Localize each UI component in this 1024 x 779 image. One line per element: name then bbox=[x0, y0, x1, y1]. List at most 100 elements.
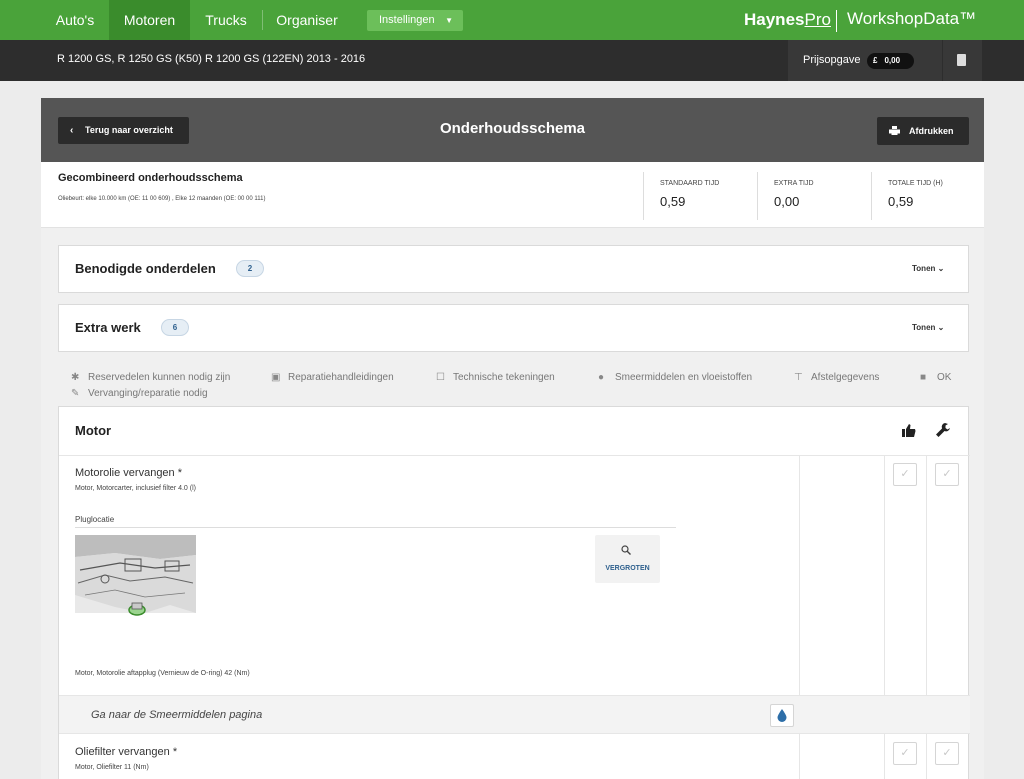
print-button[interactable]: Afdrukken bbox=[877, 117, 969, 145]
legend-item: ☐ Technische tekeningen bbox=[436, 372, 555, 383]
extra-work-accordion[interactable]: Extra werk 6 Tonen ⌄ bbox=[58, 304, 969, 352]
section-title: Motor bbox=[75, 423, 112, 438]
legend-item: ■ OK bbox=[920, 372, 951, 383]
total-time-label: TOTALE TIJD (H) bbox=[888, 180, 943, 187]
chevron-down-icon: ⌄ bbox=[937, 264, 945, 273]
divider bbox=[59, 455, 970, 456]
column-divider bbox=[926, 456, 927, 695]
total-time-value: 0,59 bbox=[888, 194, 914, 209]
top-navigation: Auto's Motoren Trucks Organiser Instelli… bbox=[0, 0, 1024, 40]
legend-item: ✱ Reservedelen kunnen nodig zijn bbox=[71, 372, 230, 383]
brand-pro: Pro bbox=[804, 10, 831, 29]
quote-amount-badge: £0,00 bbox=[867, 53, 914, 69]
legend-label: Reparatiehandleidingen bbox=[288, 372, 394, 383]
lubricants-button[interactable] bbox=[770, 704, 794, 727]
nav-tab-organiser[interactable]: Organiser bbox=[263, 0, 351, 40]
torque-spec: Motor, Motorolie aftapplug (Vernieuw de … bbox=[75, 670, 250, 677]
column-divider bbox=[884, 734, 885, 779]
manual-icon: ▣ bbox=[271, 372, 281, 383]
show-toggle[interactable]: Tonen ⌄ bbox=[912, 323, 944, 332]
ok-checkbox[interactable]: ✓ bbox=[893, 742, 917, 765]
asterisk-icon: ✱ bbox=[71, 372, 80, 383]
summary-title: Gecombineerd onderhoudsschema bbox=[58, 172, 243, 184]
brand-divider bbox=[836, 10, 837, 32]
divider bbox=[75, 527, 676, 528]
column-divider bbox=[799, 734, 800, 779]
wrench-icon bbox=[936, 423, 950, 440]
drop-icon bbox=[777, 709, 787, 722]
quote-amount: 0,00 bbox=[884, 56, 901, 65]
legend-item: ✎ Vervanging/reparatie nodig bbox=[71, 388, 208, 399]
motor-section: Motor Motorolie vervangen * Motor, Motor… bbox=[58, 406, 970, 779]
settings-dropdown[interactable]: Instellingen ▼ bbox=[367, 10, 463, 31]
repair-checkbox[interactable]: ✓ bbox=[935, 742, 959, 765]
plug-location-label: Pluglocatie bbox=[75, 515, 115, 524]
quote-label: Prijsopgave bbox=[803, 54, 861, 66]
nav-tab-motoren[interactable]: Motoren bbox=[109, 0, 190, 40]
lubricants-link[interactable]: Ga naar de Smeermiddelen pagina bbox=[91, 709, 262, 721]
task-title: Oliefilter vervangen * bbox=[75, 746, 178, 758]
task-title: Motorolie vervangen * bbox=[75, 467, 183, 479]
workshopdata-logo: WorkshopData™ bbox=[847, 9, 977, 28]
accordion-title: Extra werk bbox=[75, 320, 141, 335]
enlarge-button[interactable]: VERGROTEN bbox=[595, 535, 660, 583]
legend-label: OK bbox=[937, 372, 952, 383]
check-icon: ✓ bbox=[942, 468, 952, 480]
legend-label: Technische tekeningen bbox=[453, 372, 555, 383]
check-icon: ✓ bbox=[900, 468, 910, 480]
legend-item: ⊤ Afstelgegevens bbox=[794, 372, 879, 383]
show-label: Tonen bbox=[912, 264, 936, 273]
brand-name: Haynes bbox=[744, 10, 805, 29]
task-subtitle: Motor, Motorcarter, inclusief filter 4.0… bbox=[75, 485, 196, 492]
thumbs-up-icon bbox=[902, 424, 916, 440]
summary-divider bbox=[643, 172, 644, 220]
accordion-title: Benodigde onderdelen bbox=[75, 261, 216, 276]
column-divider bbox=[799, 456, 800, 695]
required-parts-accordion[interactable]: Benodigde onderdelen 2 Tonen ⌄ bbox=[58, 245, 969, 293]
show-label: Tonen bbox=[912, 323, 936, 332]
haynespro-logo: HaynesPro bbox=[744, 10, 831, 30]
settings-label: Instellingen bbox=[379, 14, 435, 26]
legend-item: ▣ Reparatiehandleidingen bbox=[271, 372, 394, 383]
count-badge: 2 bbox=[236, 260, 264, 277]
magnifier-icon bbox=[621, 545, 631, 555]
panel-header: ‹ Terug naar overzicht Onderhoudsschema … bbox=[41, 98, 984, 162]
legend-label: Vervanging/reparatie nodig bbox=[88, 388, 208, 399]
check-icon: ✓ bbox=[900, 747, 910, 759]
calculator-icon bbox=[957, 54, 966, 66]
print-icon bbox=[889, 126, 900, 135]
currency-symbol: £ bbox=[873, 56, 878, 65]
standard-time-value: 0,59 bbox=[660, 194, 686, 209]
drawing-icon: ☐ bbox=[436, 372, 445, 383]
enlarge-label: VERGROTEN bbox=[605, 565, 650, 572]
standard-time-label: STANDAARD TIJD bbox=[660, 180, 720, 187]
summary-divider bbox=[871, 172, 872, 220]
show-toggle[interactable]: Tonen ⌄ bbox=[912, 264, 944, 273]
legend-item: ● Smeermiddelen en vloeistoffen bbox=[598, 372, 752, 383]
count-badge: 6 bbox=[161, 319, 189, 336]
settings-icon: ⊤ bbox=[794, 372, 803, 383]
column-divider bbox=[884, 456, 885, 695]
page-title: Onderhoudsschema bbox=[439, 120, 586, 137]
nav-tab-autos[interactable]: Auto's bbox=[41, 0, 109, 40]
nav-tab-trucks[interactable]: Trucks bbox=[190, 0, 262, 40]
plug-location-image[interactable] bbox=[75, 535, 196, 645]
legend-label: Smeermiddelen en vloeistoffen bbox=[615, 372, 753, 383]
repair-checkbox[interactable]: ✓ bbox=[935, 463, 959, 486]
summary-divider bbox=[757, 172, 758, 220]
column-divider bbox=[926, 734, 927, 779]
task-subtitle: Motor, Oliefilter 11 (Nm) bbox=[75, 764, 149, 771]
ok-checkbox[interactable]: ✓ bbox=[893, 463, 917, 486]
chevron-down-icon: ⌄ bbox=[937, 323, 945, 332]
lubricants-link-row[interactable]: Ga naar de Smeermiddelen pagina bbox=[59, 695, 970, 734]
print-label: Afdrukken bbox=[909, 126, 954, 136]
schedule-summary: Gecombineerd onderhoudsschema Oliebeurt:… bbox=[41, 162, 984, 228]
summary-subtitle: Oliebeurt: elke 10.000 km (OE: 11 00 609… bbox=[58, 196, 266, 202]
maintenance-panel: ‹ Terug naar overzicht Onderhoudsschema … bbox=[41, 98, 984, 779]
vehicle-bar: R 1200 GS, R 1250 GS (K50) R 1200 GS (12… bbox=[0, 40, 1024, 81]
wrench-icon: ✎ bbox=[71, 388, 80, 399]
extra-time-value: 0,00 bbox=[774, 194, 800, 209]
drop-icon: ● bbox=[598, 372, 605, 383]
legend-label: Afstelgegevens bbox=[811, 372, 880, 383]
vehicle-title: R 1200 GS, R 1250 GS (K50) R 1200 GS (12… bbox=[57, 53, 366, 65]
